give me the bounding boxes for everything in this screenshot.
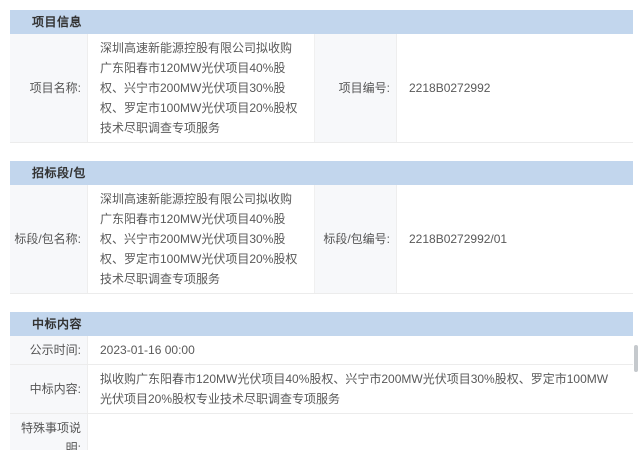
package-code-value: 2218B0272992/01 — [397, 185, 633, 293]
award-content-label: 中标内容: — [10, 365, 88, 413]
special-note-value — [88, 414, 633, 450]
project-info-row: 项目名称: 深圳高速新能源控股有限公司拟收购广东阳春市120MW光伏项目40%股… — [10, 34, 633, 143]
section-bid-package: 招标段/包 标段/包名称: 深圳高速新能源控股有限公司拟收购广东阳春市120MW… — [10, 161, 633, 294]
publicity-time-value: 2023-01-16 00:00 — [88, 336, 633, 364]
project-code-value: 2218B0272992 — [397, 34, 633, 142]
publicity-time-row: 公示时间: 2023-01-16 00:00 — [10, 336, 633, 365]
package-name-label: 标段/包名称: — [10, 185, 88, 293]
publicity-time-label: 公示时间: — [10, 336, 88, 364]
section-title-award-content: 中标内容 — [10, 312, 633, 336]
bid-announcement-page: 项目信息 项目名称: 深圳高速新能源控股有限公司拟收购广东阳春市120MW光伏项… — [0, 0, 640, 450]
package-name-value: 深圳高速新能源控股有限公司拟收购广东阳春市120MW光伏项目40%股权、兴宁市2… — [88, 185, 315, 293]
section-title-project-info: 项目信息 — [10, 10, 633, 34]
section-award-content: 中标内容 公示时间: 2023-01-16 00:00 中标内容: 拟收购广东阳… — [10, 312, 633, 450]
vertical-scrollbar-thumb[interactable] — [634, 345, 638, 372]
special-note-row: 特殊事项说明: — [10, 414, 633, 450]
project-code-label: 项目编号: — [315, 34, 397, 142]
package-code-label: 标段/包编号: — [315, 185, 397, 293]
award-content-row: 中标内容: 拟收购广东阳春市120MW光伏项目40%股权、兴宁市200MW光伏项… — [10, 365, 633, 414]
project-name-label: 项目名称: — [10, 34, 88, 142]
bid-package-row: 标段/包名称: 深圳高速新能源控股有限公司拟收购广东阳春市120MW光伏项目40… — [10, 185, 633, 294]
section-project-info: 项目信息 项目名称: 深圳高速新能源控股有限公司拟收购广东阳春市120MW光伏项… — [10, 10, 633, 143]
special-note-label: 特殊事项说明: — [10, 414, 88, 450]
project-name-value: 深圳高速新能源控股有限公司拟收购广东阳春市120MW光伏项目40%股权、兴宁市2… — [88, 34, 315, 142]
award-content-value: 拟收购广东阳春市120MW光伏项目40%股权、兴宁市200MW光伏项目30%股权… — [88, 365, 633, 413]
section-title-bid-package: 招标段/包 — [10, 161, 633, 185]
